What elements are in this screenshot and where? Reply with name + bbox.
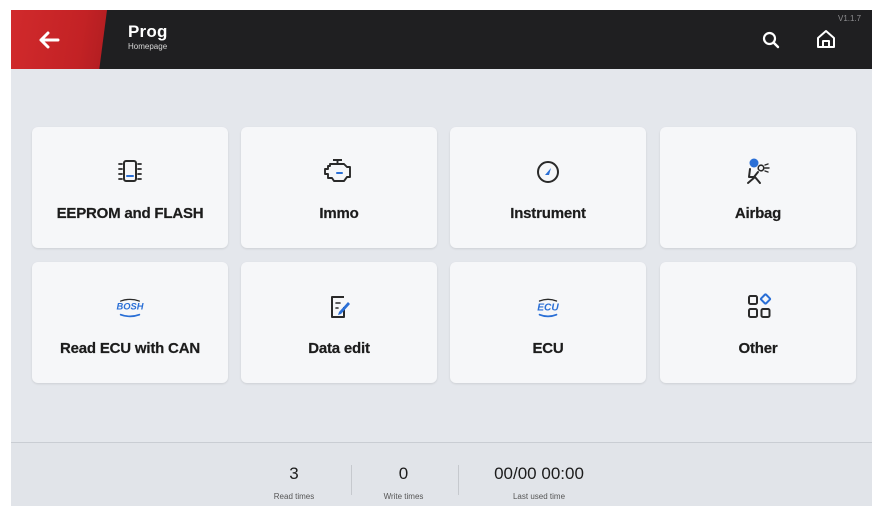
divider: [458, 465, 459, 495]
ecu-icon-text: ECU: [537, 302, 559, 313]
grid-shapes-icon: [741, 292, 775, 322]
page-subtitle: Homepage: [128, 42, 168, 51]
write-times-value: 0: [398, 464, 409, 483]
gauge-icon: [531, 157, 565, 187]
edit-document-icon: [322, 292, 356, 322]
tile-label: ECU: [532, 340, 564, 357]
home-button[interactable]: [814, 27, 838, 51]
tile-label: Immo: [319, 205, 359, 222]
tile-label: Read ECU with CAN: [60, 340, 200, 357]
stats-footer: 3 Read times 0 Write times 00/00 00:00 L…: [11, 442, 872, 506]
version-label: V1.1.7: [838, 14, 862, 23]
chip-icon: [113, 157, 147, 187]
tile-label: Instrument: [510, 205, 586, 222]
read-times-stat: 3 Read times: [259, 443, 329, 502]
bosh-icon-text: BOSH: [117, 302, 144, 312]
tile-instrument[interactable]: Instrument: [450, 127, 646, 248]
tile-eeprom-flash[interactable]: EEPROM and FLASH: [32, 127, 228, 248]
tile-label: EEPROM and FLASH: [56, 205, 204, 222]
read-times-value: 3: [289, 464, 299, 483]
back-button[interactable]: [11, 10, 107, 69]
bosh-icon: BOSH: [113, 292, 147, 322]
airbag-seat-icon: [741, 157, 775, 187]
top-bar: Prog Homepage V1.1.7: [11, 10, 872, 69]
divider: [351, 465, 352, 495]
tile-data-edit[interactable]: Data edit: [241, 262, 437, 383]
app-screen: Prog Homepage V1.1.7 EEPROM and FLASH Im…: [11, 10, 872, 506]
search-button[interactable]: [761, 30, 781, 50]
home-icon: [817, 30, 835, 48]
ecu-icon: ECU: [531, 292, 565, 322]
last-used-label: Last used time: [512, 492, 566, 501]
tile-immo[interactable]: Immo: [241, 127, 437, 248]
last-used-value: 00/00 00:00: [494, 464, 584, 483]
tile-label: Other: [738, 340, 778, 357]
search-icon: [762, 31, 780, 49]
write-times-stat: 0 Write times: [366, 443, 441, 502]
arrow-left-icon: [39, 31, 60, 48]
title-block: Prog Homepage: [128, 23, 168, 52]
tile-label: Data edit: [308, 340, 370, 357]
page-title: Prog: [128, 22, 168, 41]
engine-icon: [322, 157, 356, 187]
tile-other[interactable]: Other: [660, 262, 856, 383]
read-times-label: Read times: [273, 492, 315, 501]
tile-ecu[interactable]: ECU ECU: [450, 262, 646, 383]
write-times-label: Write times: [383, 492, 424, 501]
tile-read-ecu-can[interactable]: BOSH Read ECU with CAN: [32, 262, 228, 383]
tile-airbag[interactable]: Airbag: [660, 127, 856, 248]
last-used-stat: 00/00 00:00 Last used time: [479, 443, 599, 502]
tile-label: Airbag: [734, 205, 782, 222]
